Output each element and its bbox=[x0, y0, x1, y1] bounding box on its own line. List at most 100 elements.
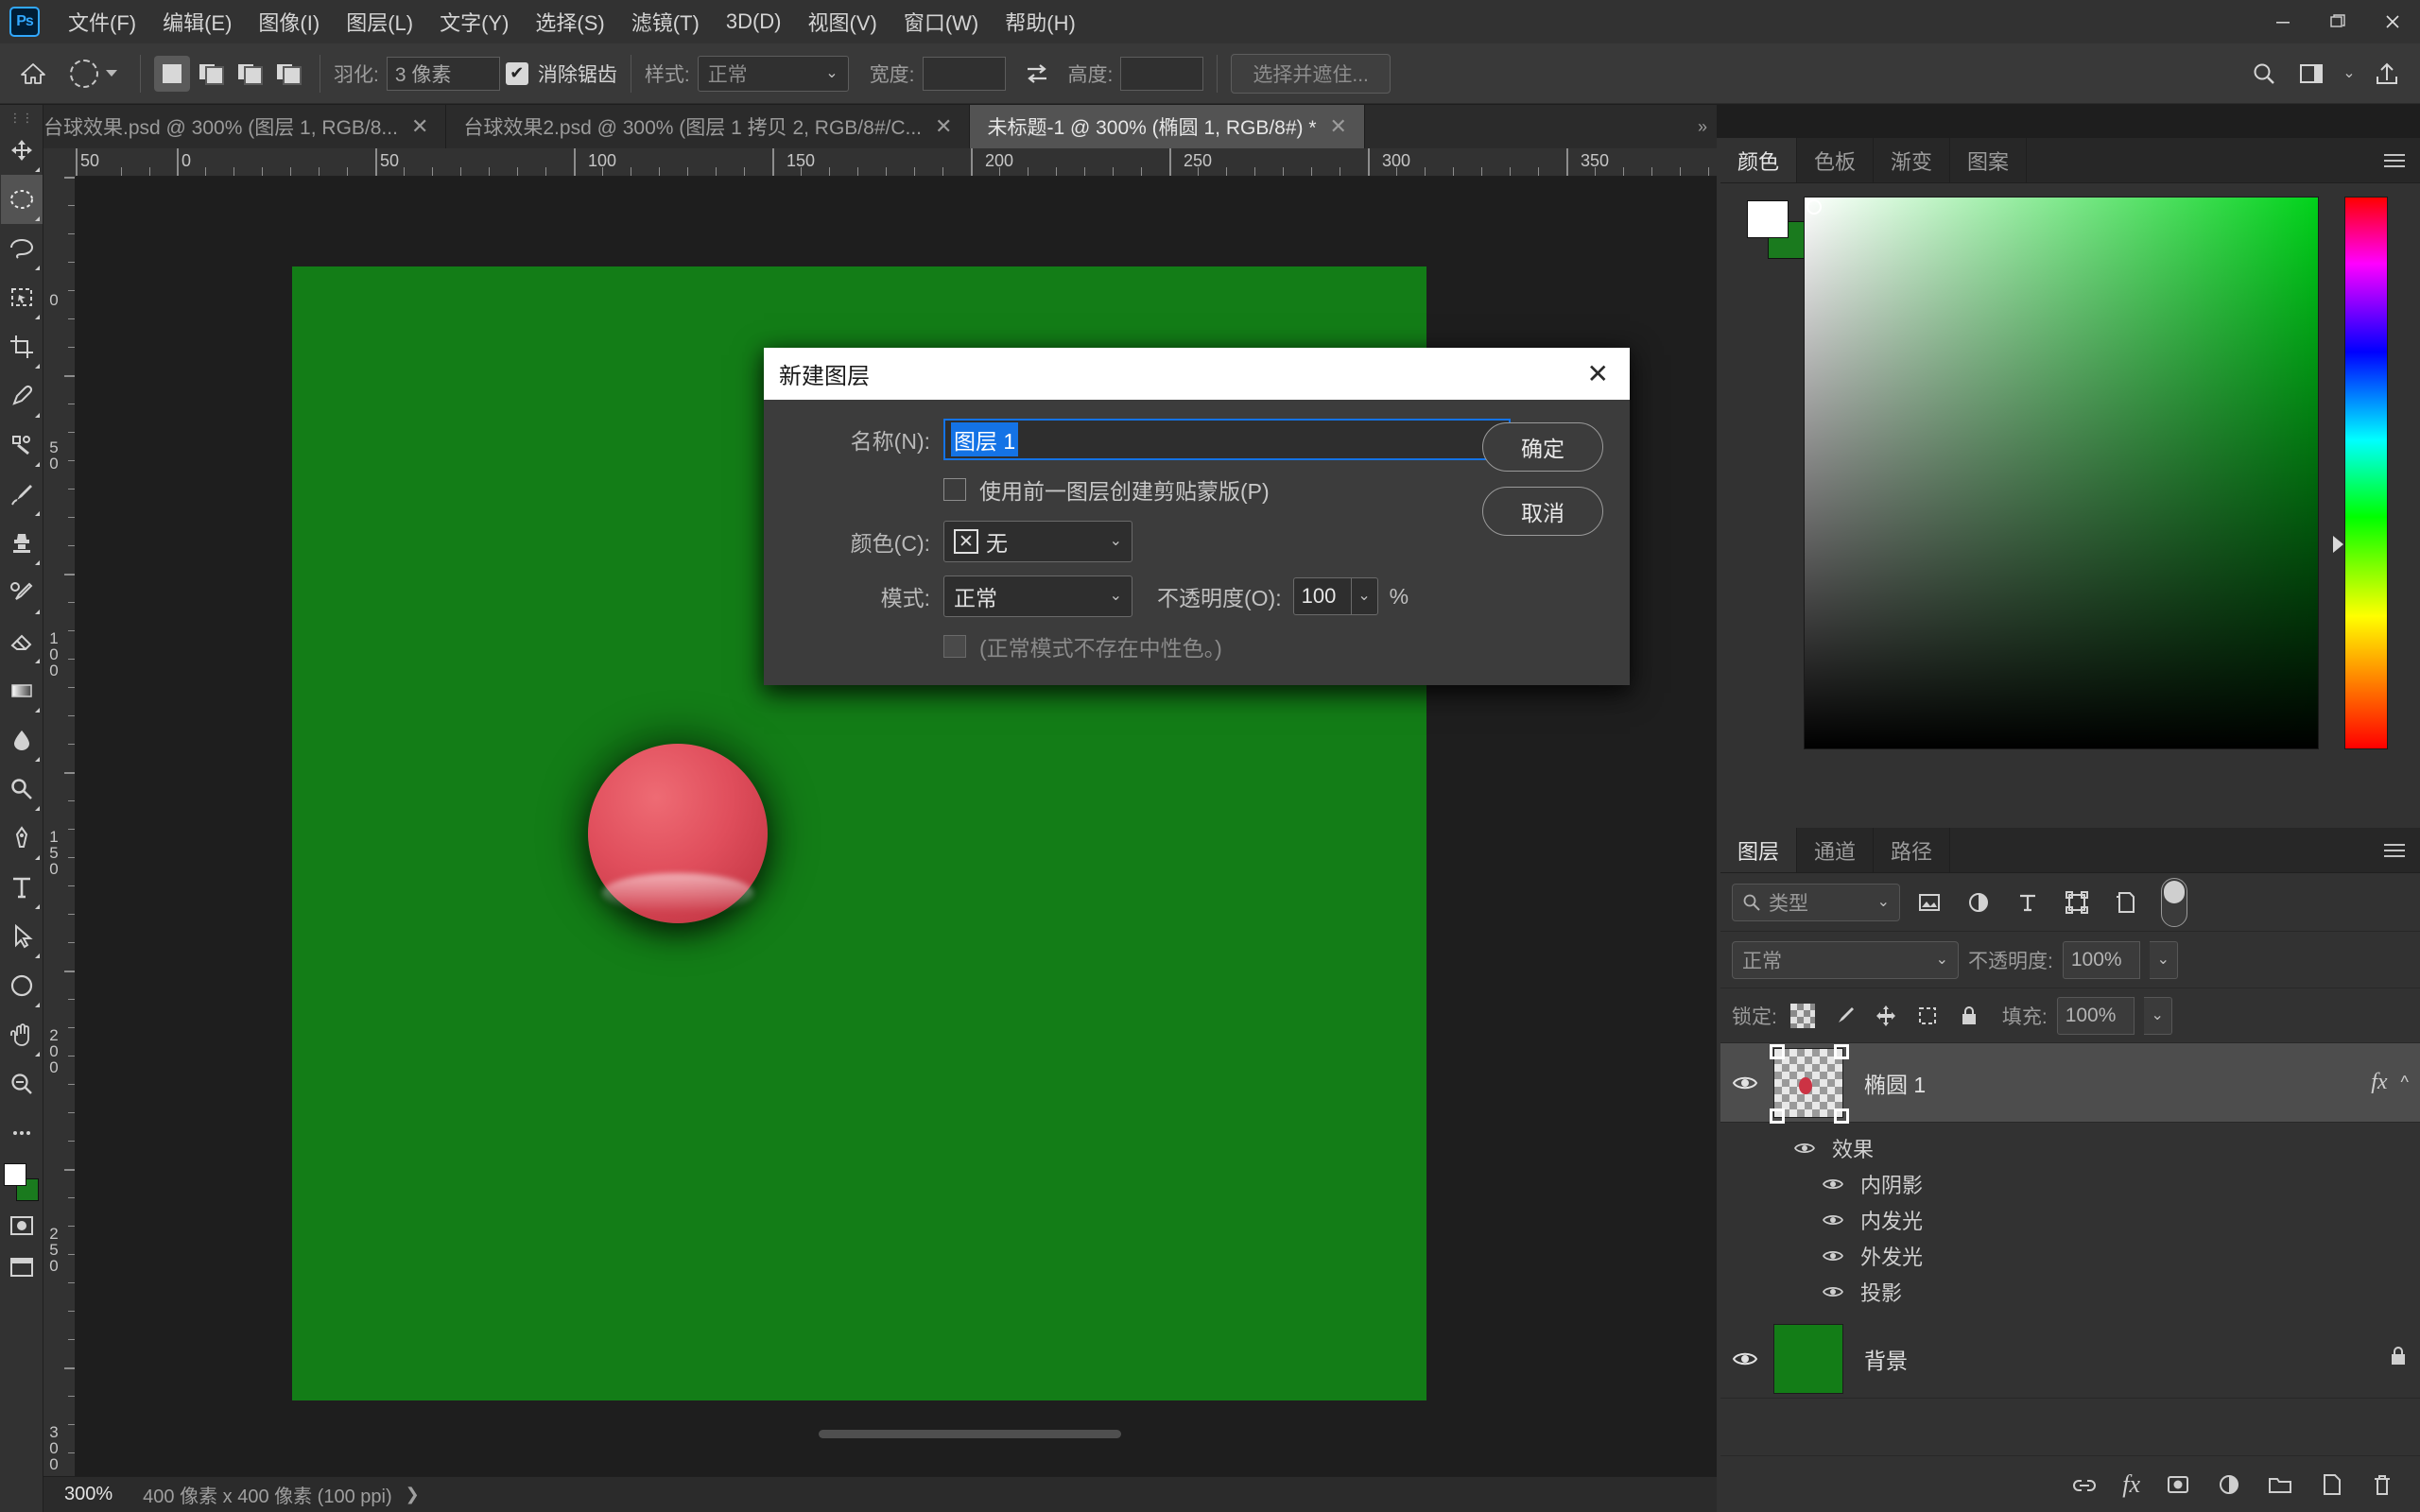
edit-toolbar-button[interactable] bbox=[1, 1108, 43, 1158]
opacity-value[interactable]: 100% bbox=[2062, 940, 2140, 979]
color-picker-field[interactable] bbox=[1804, 197, 2319, 749]
screen-mode-button[interactable] bbox=[1, 1246, 43, 1288]
maximize-button[interactable] bbox=[2310, 0, 2365, 43]
filter-shape-button[interactable] bbox=[2057, 883, 2097, 922]
effect-visibility-toggle[interactable] bbox=[1819, 1284, 1847, 1299]
history-brush-tool[interactable] bbox=[1, 568, 43, 617]
blend-mode-select[interactable]: 正常 ⌄ bbox=[943, 576, 1132, 617]
add-layer-mask-button[interactable] bbox=[2165, 1471, 2191, 1498]
effect-visibility-toggle[interactable] bbox=[1819, 1177, 1847, 1192]
filter-type-button[interactable] bbox=[2008, 883, 2048, 922]
document-tab-1[interactable]: 台球效果.psd @ 300% (图层 1, RGB/8... ✕ bbox=[26, 105, 447, 148]
lock-image-button[interactable] bbox=[1828, 996, 1860, 1036]
document-dimensions[interactable]: 400 像素 x 400 像素 (100 ppi) ❯ bbox=[130, 1481, 433, 1508]
ellipse-tool[interactable] bbox=[1, 961, 43, 1010]
workspace-caret[interactable]: ⌄ bbox=[2337, 52, 2361, 95]
select-and-mask-button[interactable]: 选择并遮住... bbox=[1231, 53, 1391, 94]
filter-toggle-switch[interactable] bbox=[2161, 877, 2187, 927]
menu-file[interactable]: 文件(F) bbox=[55, 0, 149, 43]
new-selection-button[interactable] bbox=[154, 55, 190, 92]
menu-help[interactable]: 帮助(H) bbox=[992, 0, 1089, 43]
blend-mode-select[interactable]: 正常 ⌄ bbox=[1732, 940, 1959, 979]
width-input[interactable] bbox=[922, 56, 1006, 91]
hue-slider[interactable] bbox=[2333, 197, 2388, 749]
filter-adjustment-button[interactable] bbox=[1959, 883, 1998, 922]
document-tab-3[interactable]: 未标题-1 @ 300% (椭圆 1, RGB/8#) * ✕ bbox=[970, 105, 1365, 148]
hue-slider-marker[interactable] bbox=[2333, 536, 2343, 553]
layer-effects-badge[interactable]: fx bbox=[2371, 1070, 2387, 1095]
menu-edit[interactable]: 编辑(E) bbox=[149, 0, 245, 43]
close-icon[interactable]: ✕ bbox=[411, 116, 428, 137]
quick-mask-button[interactable] bbox=[1, 1205, 43, 1246]
horizontal-scrollbar[interactable] bbox=[119, 1427, 1717, 1440]
close-icon[interactable]: ✕ bbox=[1330, 116, 1347, 137]
foreground-color-swatch[interactable] bbox=[1747, 200, 1789, 238]
crop-tool[interactable] bbox=[1, 322, 43, 371]
effect-visibility-toggle[interactable] bbox=[1819, 1248, 1847, 1263]
close-icon[interactable]: ✕ bbox=[935, 116, 952, 137]
foreground-color-swatch[interactable] bbox=[3, 1163, 26, 1186]
hand-tool[interactable] bbox=[1, 1010, 43, 1059]
menu-type[interactable]: 文字(Y) bbox=[426, 0, 522, 43]
tab-color[interactable]: 颜色 bbox=[1720, 138, 1798, 182]
lock-all-button[interactable] bbox=[1953, 996, 1985, 1036]
dodge-tool[interactable] bbox=[1, 765, 43, 814]
layer-thumbnail[interactable] bbox=[1770, 1043, 1849, 1124]
color-panel-menu-button[interactable] bbox=[2369, 138, 2420, 182]
object-selection-tool[interactable] bbox=[1, 273, 43, 322]
cancel-button[interactable]: 取消 bbox=[1482, 487, 1603, 536]
chevron-right-icon[interactable]: ❯ bbox=[406, 1485, 420, 1504]
layers-panel-menu-button[interactable] bbox=[2369, 828, 2420, 872]
opacity-input[interactable]: 100 bbox=[1292, 577, 1352, 615]
layer-name[interactable]: 椭圆 1 bbox=[1864, 1067, 2371, 1099]
add-selection-button[interactable] bbox=[193, 56, 229, 92]
effect-visibility-toggle[interactable] bbox=[1819, 1212, 1847, 1228]
menu-filter[interactable]: 滤镜(T) bbox=[618, 0, 713, 43]
ok-button[interactable]: 确定 bbox=[1482, 422, 1603, 472]
list-item[interactable]: 投影 bbox=[1720, 1274, 2420, 1310]
style-select[interactable]: 正常 ⌄ bbox=[697, 55, 849, 92]
ellipse-shape-artwork[interactable] bbox=[588, 744, 768, 923]
brush-tool[interactable] bbox=[1, 470, 43, 519]
height-input[interactable] bbox=[1120, 56, 1204, 91]
new-adjustment-layer-button[interactable] bbox=[2216, 1471, 2242, 1498]
layer-kind-filter[interactable]: 类型 ⌄ bbox=[1732, 883, 1900, 921]
color-swatches[interactable] bbox=[1, 1161, 43, 1205]
add-layer-style-button[interactable]: fx bbox=[2122, 1470, 2140, 1499]
new-layer-button[interactable] bbox=[2318, 1471, 2344, 1498]
tab-patterns[interactable]: 图案 bbox=[1950, 138, 2028, 182]
close-icon[interactable]: ✕ bbox=[1582, 360, 1615, 387]
chevron-up-icon[interactable]: ^ bbox=[2401, 1073, 2409, 1092]
tab-paths[interactable]: 路径 bbox=[1874, 828, 1951, 872]
filter-pixel-button[interactable] bbox=[1910, 883, 1949, 922]
list-item[interactable]: 内发光 bbox=[1720, 1202, 2420, 1238]
layer-thumbnail[interactable] bbox=[1773, 1323, 1843, 1394]
menu-view[interactable]: 视图(V) bbox=[795, 0, 890, 43]
feather-input[interactable]: 3 像素 bbox=[386, 56, 500, 91]
blur-tool[interactable] bbox=[1, 715, 43, 765]
tab-channels[interactable]: 通道 bbox=[1797, 828, 1875, 872]
vertical-ruler[interactable]: 0 5 0 1 0 0 1 5 0 2 0 0 2 5 0 3 0 0 bbox=[43, 177, 76, 1476]
layer-name-input[interactable]: 图层 1 bbox=[943, 419, 1511, 460]
lock-position-button[interactable] bbox=[1870, 996, 1902, 1036]
subtract-selection-button[interactable] bbox=[232, 56, 268, 92]
healing-brush-tool[interactable] bbox=[1, 421, 43, 470]
home-button[interactable] bbox=[11, 52, 55, 95]
horizontal-ruler[interactable]: 50 0 50 100 150 200 250 300 350 400 bbox=[76, 148, 1717, 177]
workspace-button[interactable] bbox=[2290, 52, 2333, 95]
fill-value[interactable]: 100% bbox=[2056, 996, 2135, 1035]
menu-select[interactable]: 选择(S) bbox=[522, 0, 617, 43]
tab-gradients[interactable]: 渐变 bbox=[1874, 138, 1951, 182]
intersect-selection-button[interactable] bbox=[270, 56, 306, 92]
effects-visibility-toggle[interactable] bbox=[1790, 1141, 1819, 1156]
new-group-button[interactable] bbox=[2267, 1471, 2293, 1498]
opacity-stepper[interactable]: ⌄ bbox=[1351, 577, 1378, 615]
eyedropper-tool[interactable] bbox=[1, 371, 43, 421]
minimize-button[interactable] bbox=[2256, 0, 2310, 43]
share-button[interactable] bbox=[2365, 52, 2409, 95]
layer-color-select[interactable]: ✕ 无 ⌄ bbox=[943, 521, 1132, 562]
table-row[interactable]: 椭圆 1 fx ^ bbox=[1720, 1043, 2420, 1124]
toolbar-grip[interactable]: ⋮⋮ bbox=[9, 111, 34, 126]
fill-stepper[interactable]: ⌄ bbox=[2143, 996, 2172, 1035]
chevron-down-icon[interactable] bbox=[106, 70, 117, 77]
